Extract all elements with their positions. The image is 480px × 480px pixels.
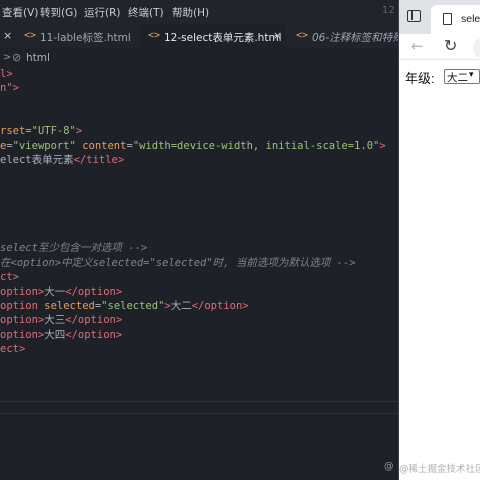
browser-nav-bar: ← ↻ xyxy=(399,34,480,60)
code-token: 在<option>中定义selected="selected"时, 当前选项为默… xyxy=(0,257,356,269)
menu-run[interactable]: 运行(R) xyxy=(84,5,121,20)
code-line[interactable]: 在<option>中定义selected="selected"时, 当前选项为默… xyxy=(0,256,356,270)
watermark: @稀土掘金技术社区 xyxy=(399,464,480,475)
browser-tab-title: selec xyxy=(461,13,480,25)
menu-goto[interactable]: 转到(G) xyxy=(40,5,77,20)
tab-label: 06-注释标签和特殊 xyxy=(312,32,398,44)
code-token: 大一 xyxy=(44,286,66,298)
back-arrow-icon[interactable]: ← xyxy=(411,37,424,55)
code-token: </title> xyxy=(73,154,125,166)
tab-12-select[interactable]: <> 12-select表单元素.html × xyxy=(140,24,286,48)
code-line[interactable]: option>大四</option> xyxy=(0,328,122,342)
html-file-icon: <> xyxy=(148,30,161,41)
address-bar[interactable] xyxy=(473,38,480,58)
code-line[interactable]: n"> xyxy=(0,81,19,95)
page-content: 年级: 大二 ▾ xyxy=(399,60,480,480)
code-token: ct> xyxy=(0,271,19,283)
breadcrumb: > ⊘ html xyxy=(0,48,398,68)
browser-window: selec ← ↻ 年级: 大二 ▾ @稀土掘金技术社区 xyxy=(398,0,480,480)
code-token: content xyxy=(82,140,127,152)
tab-06-comment[interactable]: <> 06-注释标签和特殊 xyxy=(290,24,398,48)
code-token: "width=device-width, initial-scale=1.0" xyxy=(132,140,380,152)
code-token: > xyxy=(75,125,83,137)
code-line[interactable]: l> xyxy=(0,67,13,81)
menu-help[interactable]: 帮助(H) xyxy=(172,5,209,20)
code-token: 大二 xyxy=(170,300,192,312)
code-editor: 查看(V) 转到(G) 运行(R) 终端(T) 帮助(H) 12 × <> 11… xyxy=(0,0,398,480)
code-token: l> xyxy=(0,68,13,80)
code-token: </option> xyxy=(65,329,123,341)
code-line[interactable]: e="viewport" content="width=device-width… xyxy=(0,139,386,153)
element-icon: ⊘ xyxy=(12,51,22,64)
code-token: option> xyxy=(0,314,45,326)
page-icon xyxy=(443,13,452,25)
chevron-down-icon: ▾ xyxy=(469,70,474,80)
code-line[interactable]: option>大一</option> xyxy=(0,285,122,299)
code-token: "selected" xyxy=(101,300,165,312)
html-file-icon: <> xyxy=(296,30,309,41)
code-line[interactable]: ct> xyxy=(0,270,19,284)
menubar-clock: 12 xyxy=(382,5,395,16)
code-token: option xyxy=(0,300,45,312)
code-token: select至少包含一对选项 --> xyxy=(0,242,148,254)
code-line[interactable]: rset="UTF-8"> xyxy=(0,124,82,138)
close-icon[interactable]: × xyxy=(273,29,282,42)
code-token: ect> xyxy=(0,343,26,355)
code-line[interactable]: select至少包含一对选项 --> xyxy=(0,241,147,255)
browser-tab[interactable]: selec xyxy=(431,5,480,34)
code-token: </option> xyxy=(65,286,123,298)
chevron-right-icon: > xyxy=(3,52,12,63)
code-token: "UTF-8" xyxy=(31,125,76,137)
current-line-highlight xyxy=(0,401,398,414)
menu-terminal[interactable]: 终端(T) xyxy=(128,5,164,20)
browser-tab-strip: selec xyxy=(399,0,480,34)
sidebar-toggle-icon[interactable] xyxy=(407,10,421,22)
grade-select[interactable]: 大二 ▾ xyxy=(444,69,480,84)
code-token: elect表单元素 xyxy=(0,154,74,166)
menu-view[interactable]: 查看(V) xyxy=(2,5,38,20)
menu-bar: 查看(V) 转到(G) 运行(R) 终端(T) 帮助(H) 12 xyxy=(0,0,398,24)
code-line[interactable]: elect表单元素</title> xyxy=(0,153,124,167)
tab-label: 11-lable标签.html xyxy=(40,32,131,44)
code-token: selected xyxy=(44,300,95,312)
code-line[interactable]: option>大三</option> xyxy=(0,313,122,327)
code-token: "viewport" xyxy=(12,140,76,152)
code-token: option> xyxy=(0,286,45,298)
code-token: option> xyxy=(0,329,45,341)
code-token: 大四 xyxy=(44,329,66,341)
html-file-icon: <> xyxy=(24,30,37,41)
code-token: </option> xyxy=(191,300,249,312)
grade-label: 年级: xyxy=(405,71,435,86)
tab-label: 12-select表单元素.html xyxy=(164,32,282,44)
close-icon[interactable]: × xyxy=(3,29,12,42)
watermark-at: @ xyxy=(384,461,394,472)
refresh-icon[interactable]: ↻ xyxy=(444,36,457,55)
breadcrumb-item-html[interactable]: html xyxy=(26,52,50,64)
code-token: > xyxy=(379,140,386,152)
tab-11-lable[interactable]: <> 11-lable标签.html xyxy=(16,24,140,48)
code-token: 大三 xyxy=(44,314,66,326)
code-token: </option> xyxy=(65,314,123,326)
select-value: 大二 xyxy=(447,72,468,84)
code-line[interactable]: option selected="selected">大二</option> xyxy=(0,299,249,313)
editor-tab-bar: × <> 11-lable标签.html <> 12-select表单元素.ht… xyxy=(0,24,398,48)
tab-overflow-close[interactable]: × xyxy=(0,24,14,48)
code-line[interactable]: ect> xyxy=(0,342,25,356)
code-token: rset xyxy=(0,125,26,137)
code-token: n"> xyxy=(0,82,19,94)
